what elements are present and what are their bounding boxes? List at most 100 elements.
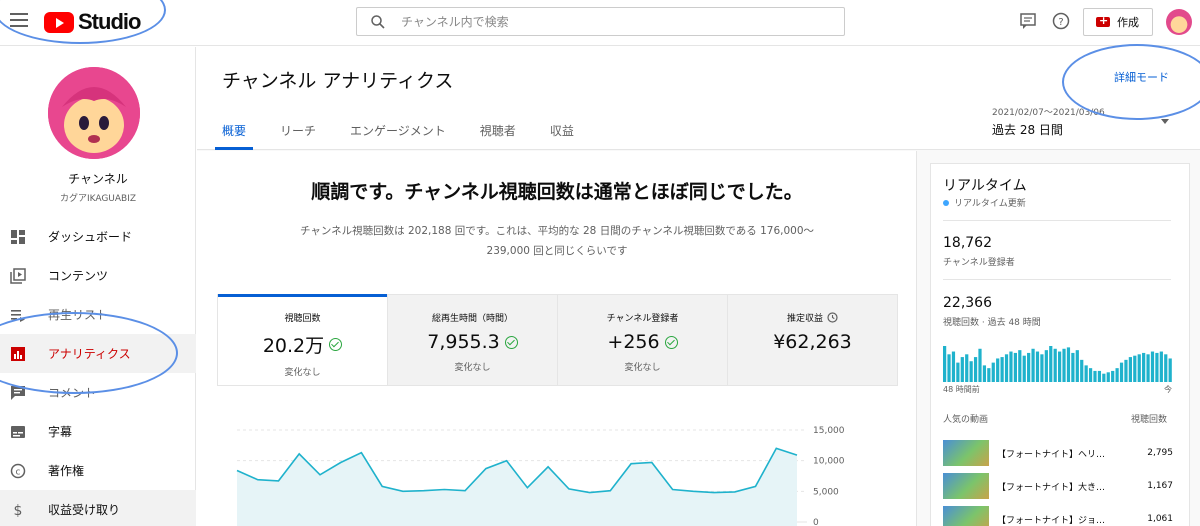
realtime-bar-chart (943, 346, 1172, 382)
sidebar-item-dashboard[interactable]: ダッシュボード (0, 217, 196, 256)
search-box[interactable] (356, 7, 845, 36)
realtime-bar (1137, 354, 1141, 382)
check-circle-icon (329, 338, 343, 351)
sidebar-item-analytics[interactable]: アナリティクス (0, 334, 196, 373)
sidebar-item-label: アナリティクス (48, 347, 131, 361)
realtime-bar (1142, 352, 1146, 382)
sidebar-item-playlists[interactable]: 再生リスト (0, 295, 196, 334)
video-title: 【フォートナイト】ジョ… (997, 515, 1106, 526)
chevron-down-icon[interactable] (1161, 119, 1169, 124)
sidebar-item-monetization[interactable]: $ 収益受け取り (0, 490, 196, 526)
sidebar-nav: ダッシュボード コンテンツ 再生リスト アナリティクス コメント 字幕 c 著作… (0, 217, 196, 526)
performance-headline: 順調です。チャンネル視聴回数は通常とほぼ同じでした。 (311, 181, 803, 203)
realtime-bar (943, 346, 947, 382)
realtime-bar (1115, 368, 1119, 382)
create-label: 作成 (1117, 16, 1139, 29)
search-icon (371, 15, 385, 29)
realtime-bar (991, 362, 995, 382)
realtime-bar (982, 365, 987, 382)
sidebar-item-comments[interactable]: コメント (0, 373, 196, 412)
sidebar-item-label: 字幕 (48, 425, 73, 439)
metric-subscribers[interactable]: チャンネル登録者 +256 変化なし (558, 295, 728, 385)
realtime-bar (1035, 351, 1040, 382)
metric-change: 変化なし (284, 368, 321, 378)
realtime-bar (1071, 352, 1075, 382)
account-avatar[interactable] (1166, 9, 1192, 35)
realtime-bar (960, 357, 964, 382)
video-views: 1,167 (1147, 481, 1173, 491)
realtime-bar (1084, 365, 1088, 382)
top-video-row[interactable]: 【フォートナイト】大き… 1,167 (943, 473, 1173, 499)
metric-views[interactable]: 視聴回数 20.2万 変化なし (218, 294, 388, 385)
realtime-bar (965, 354, 969, 382)
date-period-select[interactable]: 過去 28 日間 (992, 121, 1063, 138)
realtime-bar (1093, 370, 1097, 382)
monetization-icon: $ (10, 502, 26, 518)
realtime-bar (1155, 352, 1159, 382)
metric-value: 20.2万 (262, 335, 325, 357)
metric-value: 7,955.3 (427, 331, 500, 353)
realtime-bar (1102, 373, 1106, 382)
realtime-bar (1053, 348, 1057, 382)
studio-logo[interactable]: Studio (44, 9, 141, 34)
comment-icon (10, 385, 26, 401)
realtime-bar (969, 361, 973, 382)
video-views: 2,795 (1147, 448, 1173, 458)
realtime-bar (987, 368, 991, 382)
metric-revenue[interactable]: 推定収益 ¥62,263 (728, 295, 897, 385)
realtime-bar (973, 357, 978, 382)
realtime-bar (956, 362, 960, 382)
chart-y-tick: 15,000 (813, 426, 845, 436)
tab-revenue[interactable]: 収益 (550, 110, 574, 150)
video-title: 【フォートナイト】大き… (997, 482, 1106, 493)
metric-label: 総再生時間（時間） (431, 314, 513, 324)
feedback-icon[interactable] (1018, 11, 1038, 31)
realtime-bar (1124, 359, 1128, 382)
sidebar-item-label: コメント (48, 386, 97, 400)
svg-text:?: ? (1058, 17, 1063, 28)
realtime-bar (1106, 372, 1110, 382)
realtime-bar (996, 358, 1000, 382)
overview-panel: 順調です。チャンネル視聴回数は通常とほぼ同じでした。 チャンネル視聴回数は 20… (197, 151, 917, 526)
create-button[interactable]: 作成 (1083, 8, 1153, 36)
realtime-bar (1133, 355, 1137, 382)
advanced-mode-link[interactable]: 詳細モード (1114, 69, 1169, 85)
channel-avatar[interactable] (48, 67, 140, 159)
top-video-row[interactable]: 【フォートナイト】ヘリ… 2,795 (943, 440, 1173, 466)
video-thumbnail (943, 440, 989, 466)
sidebar-item-label: 再生リスト (48, 308, 109, 322)
channel-avatar-image (48, 67, 140, 159)
realtime-axis-end: 今 (1164, 385, 1172, 394)
realtime-bar (1044, 350, 1048, 382)
metric-label: 推定収益 (786, 314, 823, 324)
tab-engagement[interactable]: エンゲージメント (350, 110, 446, 150)
tab-reach[interactable]: リーチ (280, 110, 316, 150)
realtime-bar (1058, 351, 1062, 382)
realtime-subscribers-label: チャンネル登録者 (943, 258, 1015, 268)
tab-overview[interactable]: 概要 (214, 110, 254, 150)
sidebar: チャンネル カグアIKAGUABIZ ダッシュボード コンテンツ 再生リスト ア… (0, 47, 196, 526)
realtime-bar (1062, 348, 1066, 382)
sidebar-item-copyright[interactable]: c 著作権 (0, 451, 196, 490)
top-videos-views-heading: 視聴回数 (1131, 415, 1168, 425)
sidebar-item-label: 収益受け取り (48, 503, 121, 517)
page-title: チャンネル アナリティクス (222, 70, 454, 92)
tab-audience[interactable]: 視聴者 (480, 110, 516, 150)
metric-watch-time[interactable]: 総再生時間（時間） 7,955.3 変化なし (388, 295, 558, 385)
summary-line-2: 239,000 回と同じくらいです (486, 245, 628, 257)
search-input[interactable] (401, 11, 821, 32)
top-video-row[interactable]: 【フォートナイト】ジョ… 1,061 (943, 506, 1173, 526)
realtime-bar (1128, 357, 1132, 382)
menu-icon[interactable] (10, 13, 28, 27)
sidebar-item-content[interactable]: コンテンツ (0, 256, 196, 295)
metric-cards: 視聴回数 20.2万 変化なし 総再生時間（時間） 7,955.3 変化なし チ… (217, 294, 898, 386)
sidebar-item-subtitles[interactable]: 字幕 (0, 412, 196, 451)
divider (943, 220, 1171, 221)
help-icon[interactable]: ? (1051, 11, 1071, 31)
realtime-axis-start: 48 時間前 (943, 385, 980, 394)
realtime-bar (1080, 359, 1084, 382)
metric-label: チャンネル登録者 (606, 314, 679, 324)
realtime-card: リアルタイム リアルタイム更新 18,762 チャンネル登録者 22,366 視… (930, 163, 1190, 526)
svg-text:$: $ (14, 503, 23, 518)
realtime-live-label: リアルタイム更新 (954, 199, 1026, 209)
